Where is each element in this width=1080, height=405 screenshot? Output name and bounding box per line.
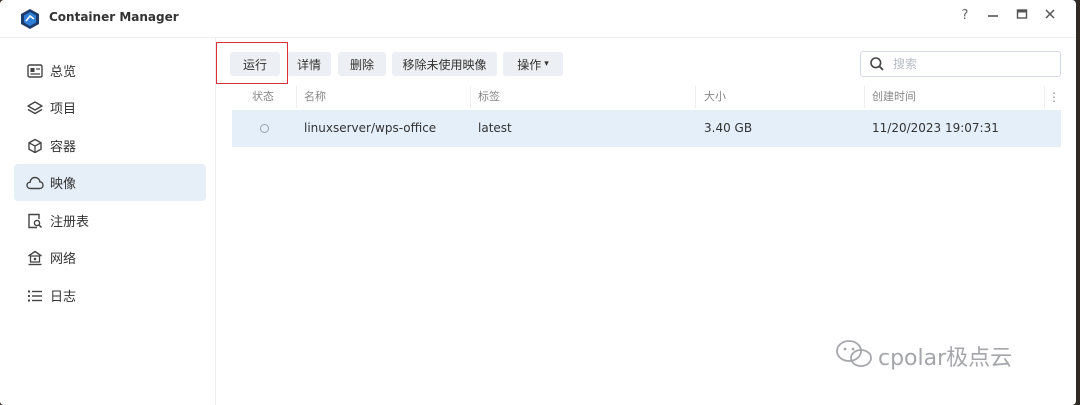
table-row[interactable]: linuxserver/wps-office latest 3.40 GB 11… — [232, 110, 1061, 147]
details-button[interactable]: 详情 — [287, 52, 331, 76]
column-header-tag[interactable]: 标签 — [478, 86, 500, 108]
column-divider — [1044, 86, 1045, 108]
column-header-status[interactable]: 状态 — [252, 86, 274, 108]
minimize-icon — [988, 15, 998, 17]
column-divider — [296, 86, 297, 108]
remove-unused-images-button[interactable]: 移除未使用映像 — [392, 52, 497, 76]
close-button[interactable] — [1041, 8, 1059, 24]
column-menu-icon[interactable]: ⋮ — [1048, 86, 1060, 108]
title-bar: Container Manager ? — [0, 0, 1076, 38]
sidebar-item-label: 日志 — [50, 290, 77, 305]
overview-card-icon — [25, 61, 45, 81]
actions-dropdown-button[interactable]: 操作 ▾ — [503, 52, 563, 76]
sidebar-item-registry[interactable]: 注册表 — [14, 202, 206, 239]
image-size-cell: 3.40 GB — [704, 121, 753, 135]
minimize-button[interactable] — [984, 8, 1002, 24]
close-icon — [1045, 9, 1055, 19]
image-created-cell: 11/20/2023 19:07:31 — [872, 121, 999, 135]
status-indicator-icon — [260, 124, 269, 133]
sidebar-item-projects[interactable]: 项目 — [14, 89, 206, 126]
image-name-cell: linuxserver/wps-office — [304, 121, 437, 135]
sidebar-item-label: 注册表 — [50, 215, 90, 230]
watermark-text: cpolar极点云 — [878, 346, 1013, 371]
run-button[interactable]: 运行 — [230, 52, 280, 76]
column-header-size[interactable]: 大小 — [704, 86, 726, 108]
search-input[interactable] — [891, 56, 1055, 72]
layers-icon — [25, 98, 45, 118]
registry-search-icon — [25, 211, 45, 231]
sidebar-item-label: 容器 — [50, 140, 77, 155]
help-button[interactable]: ? — [956, 8, 974, 23]
sidebar-item-label: 映像 — [50, 177, 77, 192]
wechat-logo-icon — [834, 338, 874, 374]
sidebar: 总览 项目 容器 映像 注册表 网络 日志 — [0, 38, 216, 405]
actions-label: 操作 — [517, 57, 542, 72]
container-manager-logo-icon — [19, 8, 41, 30]
sidebar-item-logs[interactable]: 日志 — [14, 277, 206, 314]
cube-icon — [25, 136, 45, 156]
column-header-created[interactable]: 创建时间 — [872, 86, 916, 108]
sidebar-item-containers[interactable]: 容器 — [14, 127, 206, 164]
network-home-icon — [25, 248, 45, 268]
maximize-icon — [1016, 9, 1028, 19]
delete-button[interactable]: 删除 — [338, 52, 386, 76]
sidebar-item-label: 网络 — [50, 252, 77, 267]
column-divider — [695, 86, 696, 108]
column-divider — [864, 86, 865, 108]
sidebar-item-images[interactable]: 映像 — [14, 164, 206, 201]
app-title: Container Manager — [49, 10, 179, 24]
cloud-icon — [25, 173, 45, 193]
list-icon — [25, 286, 45, 306]
maximize-button[interactable] — [1013, 8, 1031, 24]
image-tag-cell: latest — [478, 121, 512, 135]
search-box[interactable] — [860, 51, 1061, 77]
sidebar-item-overview[interactable]: 总览 — [14, 52, 206, 89]
chevron-down-icon: ▾ — [544, 59, 549, 69]
container-manager-window: Container Manager ? 总览 项目 容器 映像 注册表 网络 日… — [0, 0, 1076, 405]
column-divider — [470, 86, 471, 108]
table-header: 状态 名称 标签 大小 创建时间 ⋮ — [232, 86, 1062, 108]
sidebar-item-label: 项目 — [50, 102, 77, 117]
watermark: cpolar极点云 — [834, 338, 1054, 374]
search-icon — [869, 56, 885, 72]
sidebar-item-label: 总览 — [50, 65, 77, 80]
column-header-name[interactable]: 名称 — [304, 86, 326, 108]
sidebar-item-network[interactable]: 网络 — [14, 239, 206, 276]
